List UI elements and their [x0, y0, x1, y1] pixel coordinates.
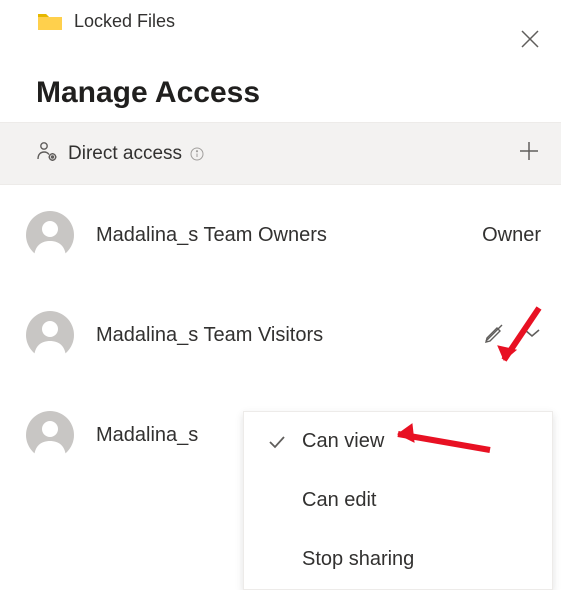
add-button[interactable] — [517, 139, 541, 168]
check-icon — [268, 435, 292, 449]
member-row: Madalina_s Team Owners Owner — [0, 185, 561, 285]
member-name: Madalina_s Team Owners — [96, 224, 482, 247]
person-gear-icon — [36, 140, 58, 167]
close-button[interactable] — [519, 28, 541, 55]
folder-icon — [36, 10, 64, 32]
info-icon[interactable] — [190, 147, 204, 161]
permission-dropdown: Can view Can edit Stop sharing — [243, 411, 553, 590]
avatar — [26, 311, 74, 359]
header-bar: Locked Files — [0, 0, 561, 36]
member-name: Madalina_s Team Visitors — [96, 324, 483, 347]
avatar — [26, 211, 74, 259]
folder-name: Locked Files — [74, 11, 175, 32]
member-row: Madalina_s Team Visitors — [0, 285, 561, 385]
role-label: Owner — [482, 224, 541, 247]
read-only-icon — [483, 322, 505, 349]
dropdown-option-can-view[interactable]: Can view — [244, 412, 552, 471]
page-title: Manage Access — [0, 36, 561, 122]
dropdown-option-label: Can edit — [302, 489, 377, 512]
dropdown-option-can-edit[interactable]: Can edit — [244, 471, 552, 530]
dropdown-option-label: Stop sharing — [302, 548, 414, 571]
dropdown-option-stop-sharing[interactable]: Stop sharing — [244, 530, 552, 589]
chevron-down-icon[interactable] — [523, 326, 541, 344]
dropdown-option-label: Can view — [302, 430, 384, 453]
direct-access-label: Direct access — [68, 143, 182, 165]
avatar — [26, 411, 74, 459]
direct-access-section: Direct access — [0, 122, 561, 185]
